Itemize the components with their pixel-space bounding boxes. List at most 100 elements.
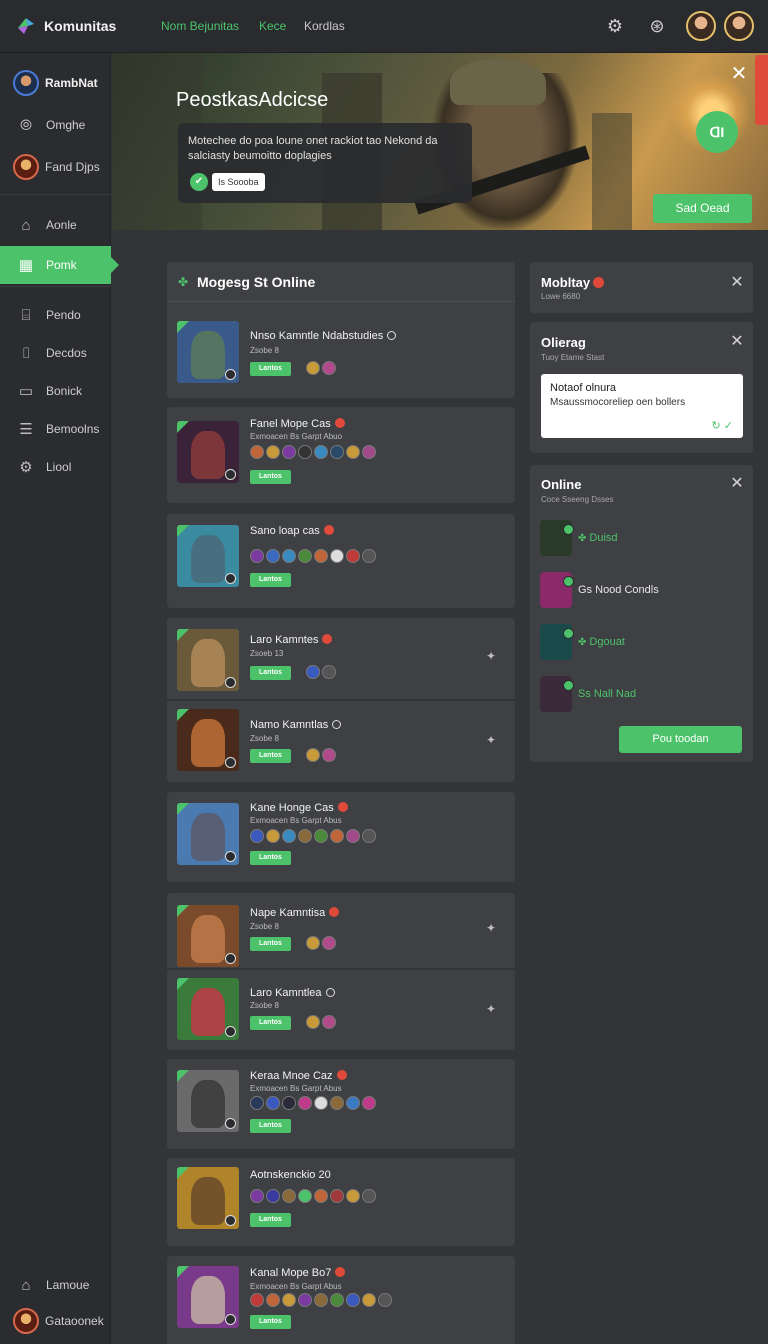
user-avatar[interactable]: [724, 11, 754, 41]
online-action-button[interactable]: Pou toodan: [619, 726, 742, 753]
list-item[interactable]: Nnso Kamntle Ndabstudies Zsobe 8 Lantos: [167, 302, 515, 398]
hero-button[interactable]: Sad Oead: [653, 194, 752, 223]
list-item[interactable]: Sano loap cas Lantos: [167, 514, 515, 608]
card-subtitle: Exmoacen Bs Garpt Abus: [250, 1084, 342, 1093]
card-thumbnail: [177, 1070, 239, 1132]
hero-title: PeostkasAdcicse: [176, 89, 329, 111]
check-icon[interactable]: ✔: [190, 173, 208, 191]
hero-bg-building: [592, 113, 632, 230]
list-item[interactable]: Namo Kamntlas Zsobe 8 Lantos ✦: [167, 701, 515, 782]
status-badge[interactable]: Lantos: [250, 1119, 291, 1133]
list-item[interactable]: Keraa Mnoe Caz Exmoacen Bs Garpt Abus La…: [167, 1059, 515, 1149]
sidebar-item-label: Fand Djps: [45, 160, 100, 174]
status-badge[interactable]: Lantos: [250, 749, 291, 763]
online-user[interactable]: Ss Nall Nad: [540, 676, 740, 712]
gamepad-icon[interactable]: ✦: [483, 648, 499, 664]
hero-action-fab[interactable]: ᗡI: [696, 111, 738, 153]
card-icon-row: [306, 1015, 336, 1029]
sidebar-item-label: RambNat: [45, 76, 98, 90]
sidebar-item-decdos[interactable]: ⌷ Decdos: [0, 334, 111, 372]
topnav-item-2[interactable]: Kordlas: [304, 19, 345, 33]
card-thumbnail: [177, 905, 239, 967]
list-title: Mogesg St Online: [197, 274, 316, 290]
status-badge[interactable]: Lantos: [250, 1016, 291, 1030]
online-user-label: ✤ Dgouat: [578, 636, 625, 648]
panel-title: Mobltay: [541, 275, 605, 290]
card-title: Namo Kamntlas: [250, 719, 342, 731]
list-item[interactable]: Kane Honge Cas Exmoacen Bs Garpt Abus La…: [167, 792, 515, 882]
puzzle-icon[interactable]: ⚙: [603, 14, 627, 38]
close-icon[interactable]: ✕: [730, 64, 748, 84]
close-icon[interactable]: ✕: [729, 476, 745, 492]
card-thumbnail: [177, 525, 239, 587]
gamepad-icon[interactable]: ⊛: [645, 14, 669, 38]
sidebar-item-bemoolns[interactable]: ☰ Bemoolns: [0, 410, 111, 448]
online-user[interactable]: ✤ Dgouat: [540, 624, 740, 660]
card-icon-row: [250, 1096, 376, 1110]
online-panel: Online Coce Sseeng Dsses ✕ ✤ Duisd Gs Noo…: [530, 465, 753, 762]
sidebar-item-label: Omghe: [46, 118, 86, 132]
sidebar-item-label: Decdos: [46, 346, 87, 360]
gear-icon: ⚙: [19, 459, 33, 476]
gamepad-icon[interactable]: ✦: [483, 732, 499, 748]
refresh-icon[interactable]: ↻ ✓: [712, 419, 734, 432]
status-badge[interactable]: Lantos: [250, 666, 291, 680]
card-icon-row: [250, 829, 376, 843]
card-title: Aotnskenckio 20: [250, 1169, 331, 1181]
app-name[interactable]: Komunitas: [44, 18, 116, 34]
sidebar-item-lamoue[interactable]: ⌂ Lamoue: [0, 1266, 111, 1304]
card-icon-row: [250, 549, 376, 563]
sidebar-item-liool[interactable]: ⚙ Liool: [0, 448, 111, 486]
online-user[interactable]: ✤ Duisd: [540, 520, 740, 556]
friend-avatar[interactable]: [686, 11, 716, 41]
panel-subtitle: Coce Sseeng Dsses: [541, 495, 614, 504]
app-logo-icon[interactable]: [14, 14, 38, 38]
list-item[interactable]: Kanal Mope Bo7 Exmoacen Bs Garpt Abus La…: [167, 1256, 515, 1344]
card-title: Nape Kamntisa: [250, 907, 340, 919]
sidebar-profile-rambnat[interactable]: RambNat: [0, 64, 111, 102]
close-icon[interactable]: ✕: [729, 334, 745, 350]
panel-title: Online: [541, 477, 582, 492]
topnav-item-1[interactable]: Kece: [259, 19, 286, 33]
sidebar-item-omghe[interactable]: ⦾ Omghe: [0, 106, 111, 144]
hero-tag[interactable]: Is Soooba: [212, 173, 265, 191]
gamepad-icon[interactable]: ✦: [483, 920, 499, 936]
sidebar-profile-fand-djps[interactable]: Fand Djps: [0, 148, 111, 186]
panel-subtitle: Lowe 6680: [541, 292, 581, 301]
hero-banner: PeostkasAdcicse Motechee do poa loune on…: [112, 53, 768, 230]
card-subtitle: Exmoacen Bs Garpt Abus: [250, 1282, 342, 1291]
sidebar-profile-gataoonek[interactable]: Gataoonek: [0, 1302, 111, 1340]
status-badge[interactable]: Lantos: [250, 573, 291, 587]
status-badge[interactable]: Lantos: [250, 851, 291, 865]
notification-card[interactable]: Notaof olnura Msaussmocoreliep oen bolle…: [541, 374, 743, 438]
close-icon[interactable]: ✕: [729, 275, 745, 291]
card-icon-row: [306, 665, 336, 679]
list-item[interactable]: Laro Kamntes Zsoeb 13 Lantos ✦: [167, 618, 515, 700]
gamepad-icon[interactable]: ✦: [483, 1001, 499, 1017]
card-icon-row: [306, 936, 336, 950]
olierag-panel: Olierag Tuoy Etame Stast ✕ Notaof olnura…: [530, 322, 753, 453]
hero-edge-tab[interactable]: [755, 55, 768, 125]
list-item[interactable]: Fanel Mope Cas Exmoacen Bs Garpt Abuo La…: [167, 407, 515, 503]
card-thumbnail: [177, 1266, 239, 1328]
sidebar-item-bonick[interactable]: ▭ Bonick: [0, 372, 111, 410]
avatar: [540, 676, 574, 712]
status-badge[interactable]: Lantos: [250, 1213, 291, 1227]
sidebar-item-label: Bemoolns: [46, 422, 100, 436]
puzzle-icon: ✤: [178, 275, 189, 289]
list-item[interactable]: Nape Kamntisa Zsobe 8 Lantos ✦: [167, 893, 515, 969]
sidebar-item-pendo[interactable]: ⌸ Pendo: [0, 296, 111, 334]
card-subtitle: Exmoacen Bs Garpt Abus: [250, 816, 342, 825]
status-badge[interactable]: Lantos: [250, 1315, 291, 1329]
card-thumbnail: [177, 321, 239, 383]
notification-title: Notaof olnura: [550, 382, 617, 394]
online-user[interactable]: Gs Nood Condls: [540, 572, 740, 608]
topnav-item-0[interactable]: Nom Bejunitas: [161, 19, 239, 33]
list-item[interactable]: Laro Kamntlea Zsobe 8 Lantos ✦: [167, 970, 515, 1050]
status-badge[interactable]: Lantos: [250, 362, 291, 376]
list-item[interactable]: Aotnskenckio 20 Lantos: [167, 1158, 515, 1246]
status-badge[interactable]: Lantos: [250, 470, 291, 484]
sidebar-item-pomk[interactable]: ▦ Pomk: [0, 246, 119, 284]
sidebar-item-aonle[interactable]: ⌂ Aonle: [0, 206, 111, 244]
status-badge[interactable]: Lantos: [250, 937, 291, 951]
